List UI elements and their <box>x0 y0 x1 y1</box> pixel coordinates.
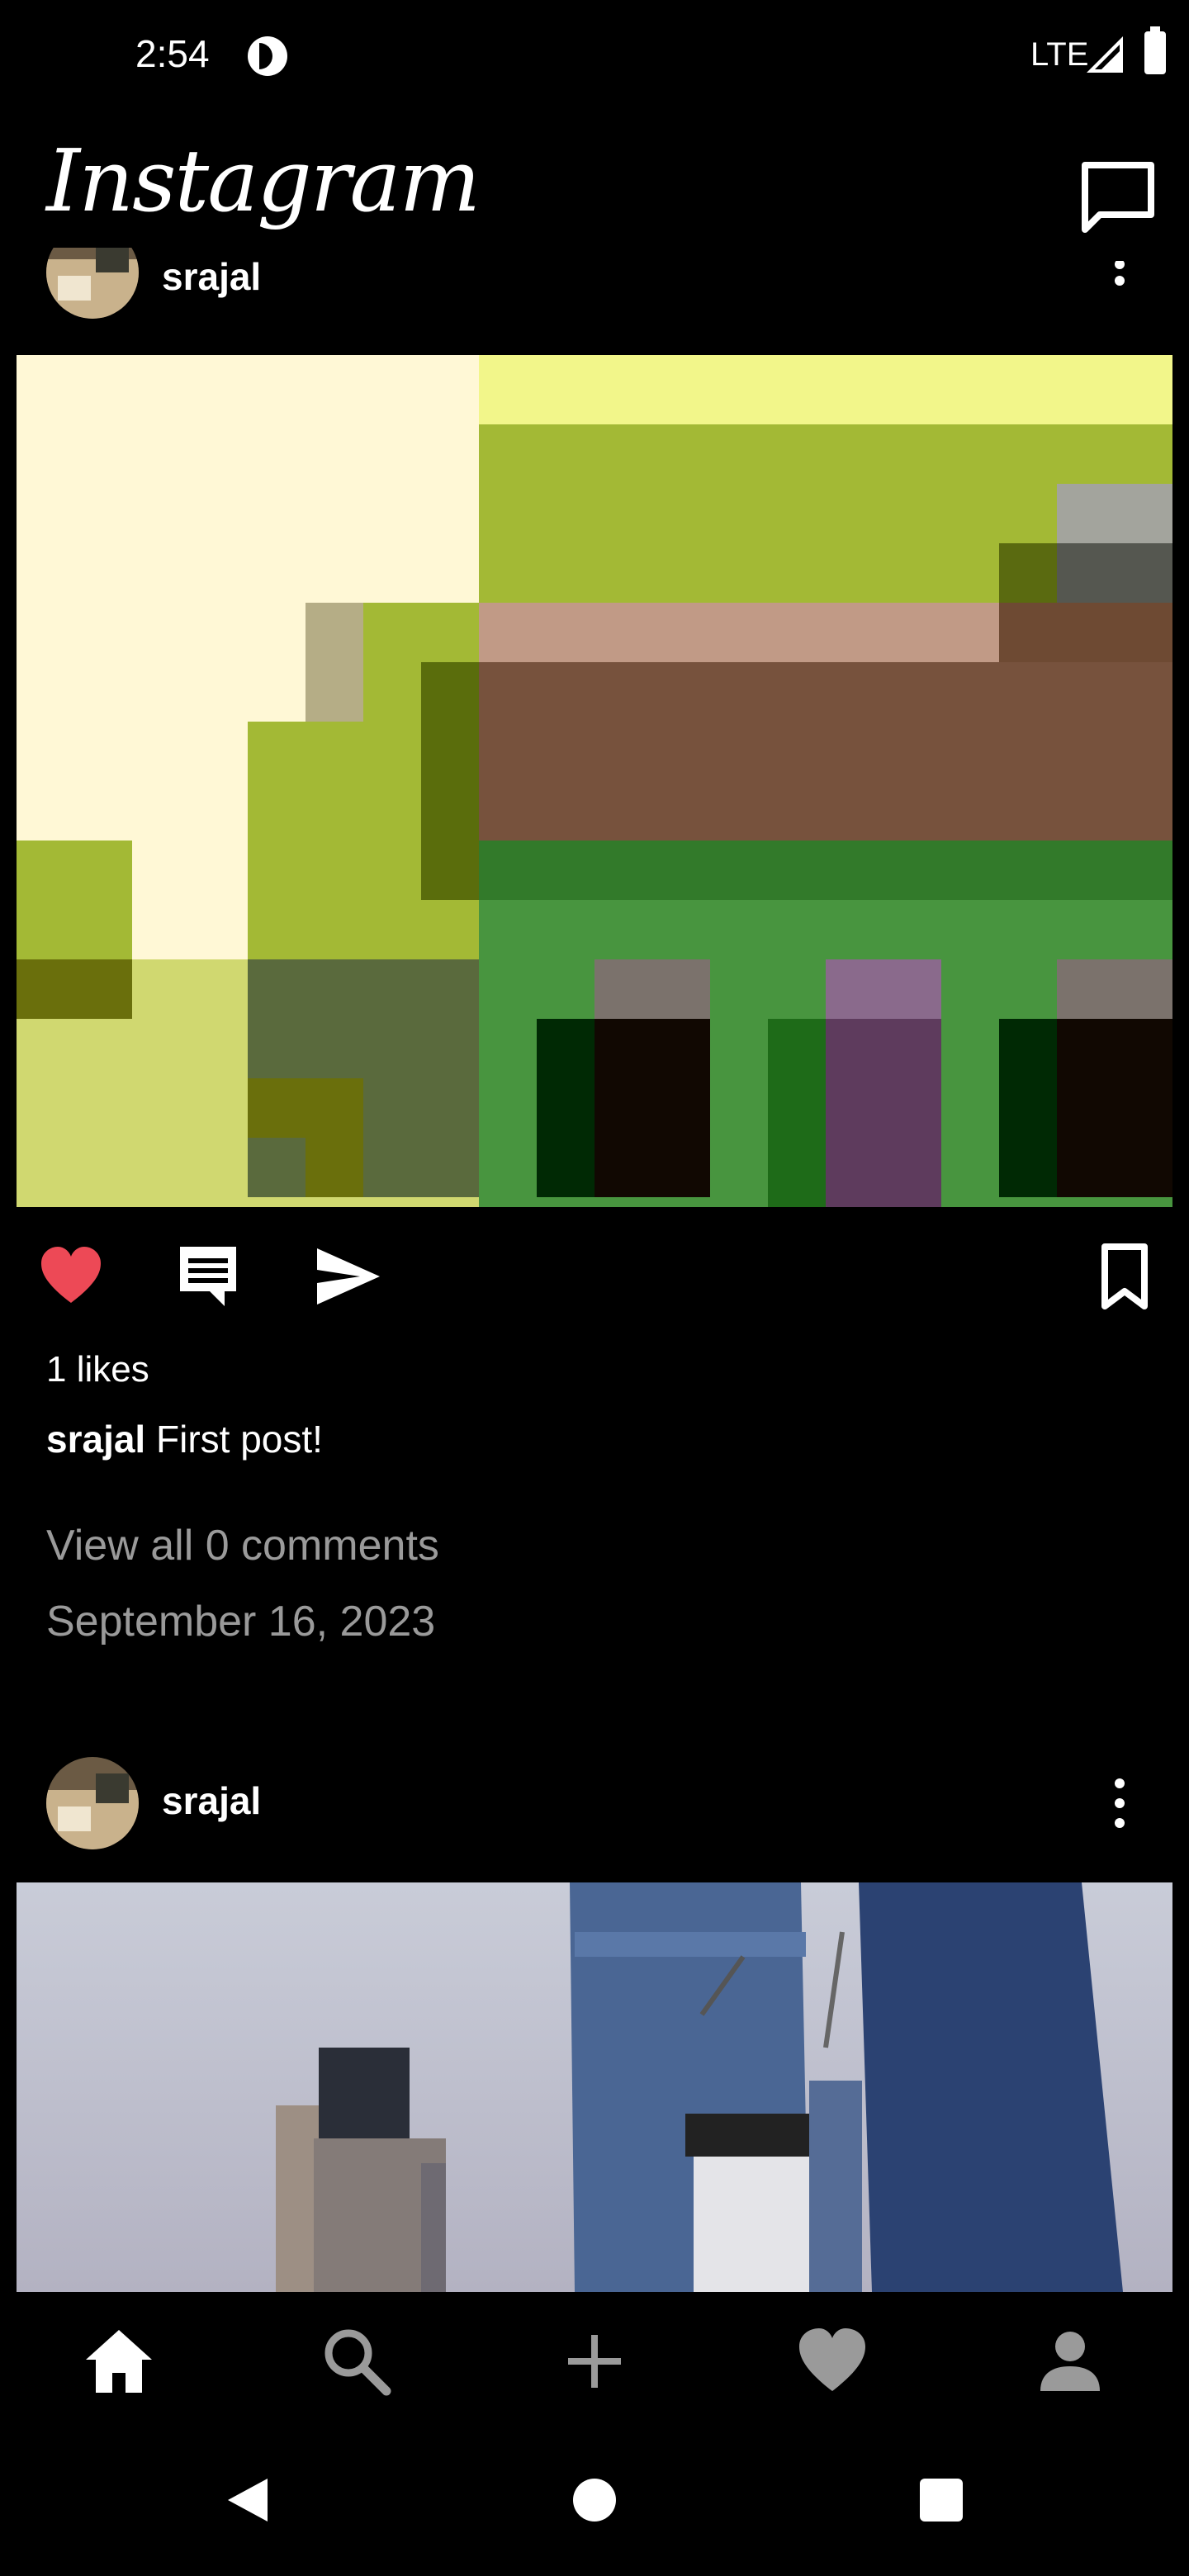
post-date: September 16, 2023 <box>46 1598 436 1646</box>
avatar[interactable] <box>46 1757 139 1849</box>
more-options-icon[interactable] <box>1106 1777 1133 1830</box>
view-comments-link[interactable]: View all 0 comments <box>46 1521 439 1570</box>
brand-logo: Instagram <box>46 130 481 231</box>
post-username[interactable]: srajal <box>162 1778 261 1823</box>
caption-username[interactable]: srajal <box>46 1418 145 1461</box>
home-circle-icon[interactable] <box>568 2474 621 2526</box>
heart-icon[interactable] <box>36 1242 106 1311</box>
post-image[interactable] <box>17 355 1172 1207</box>
post-actions <box>0 1242 1189 1333</box>
activity-heart-icon[interactable] <box>796 2325 869 2398</box>
profile-icon[interactable] <box>1034 2325 1106 2398</box>
likes-count[interactable]: 1 likes <box>46 1349 149 1390</box>
bookmark-icon[interactable] <box>1090 1242 1159 1311</box>
post-header: srajal <box>0 1745 1189 1861</box>
post-image-photo <box>17 1882 1172 2292</box>
back-icon[interactable] <box>221 2474 274 2526</box>
bottom-navigation <box>0 2292 1189 2427</box>
post-image[interactable] <box>17 1882 1172 2292</box>
app-header: Instagram <box>0 116 1189 248</box>
status-time: 2:54 <box>135 32 210 75</box>
caption-text: First post! <box>145 1418 323 1461</box>
share-icon[interactable] <box>314 1242 383 1311</box>
avatar[interactable] <box>46 248 139 319</box>
more-options-icon[interactable] <box>1106 261 1133 314</box>
search-icon[interactable] <box>320 2325 393 2398</box>
post-caption: srajal First post! <box>46 1417 323 1461</box>
messages-icon[interactable] <box>1078 159 1158 238</box>
app-notification-icon <box>248 36 287 76</box>
add-icon[interactable] <box>558 2325 631 2398</box>
battery-icon <box>1144 26 1166 74</box>
signal-icon <box>1087 36 1123 73</box>
recents-icon[interactable] <box>915 2474 968 2526</box>
status-bar: 2:54 LTE <box>0 0 1189 116</box>
post-image-art <box>17 355 1172 1207</box>
home-icon[interactable] <box>83 2325 155 2398</box>
post-username[interactable]: srajal <box>162 254 261 299</box>
system-navigation <box>0 2427 1189 2576</box>
comment-icon[interactable] <box>173 1242 243 1311</box>
network-type: LTE <box>1030 36 1089 73</box>
post-header: srajal <box>0 248 1189 330</box>
